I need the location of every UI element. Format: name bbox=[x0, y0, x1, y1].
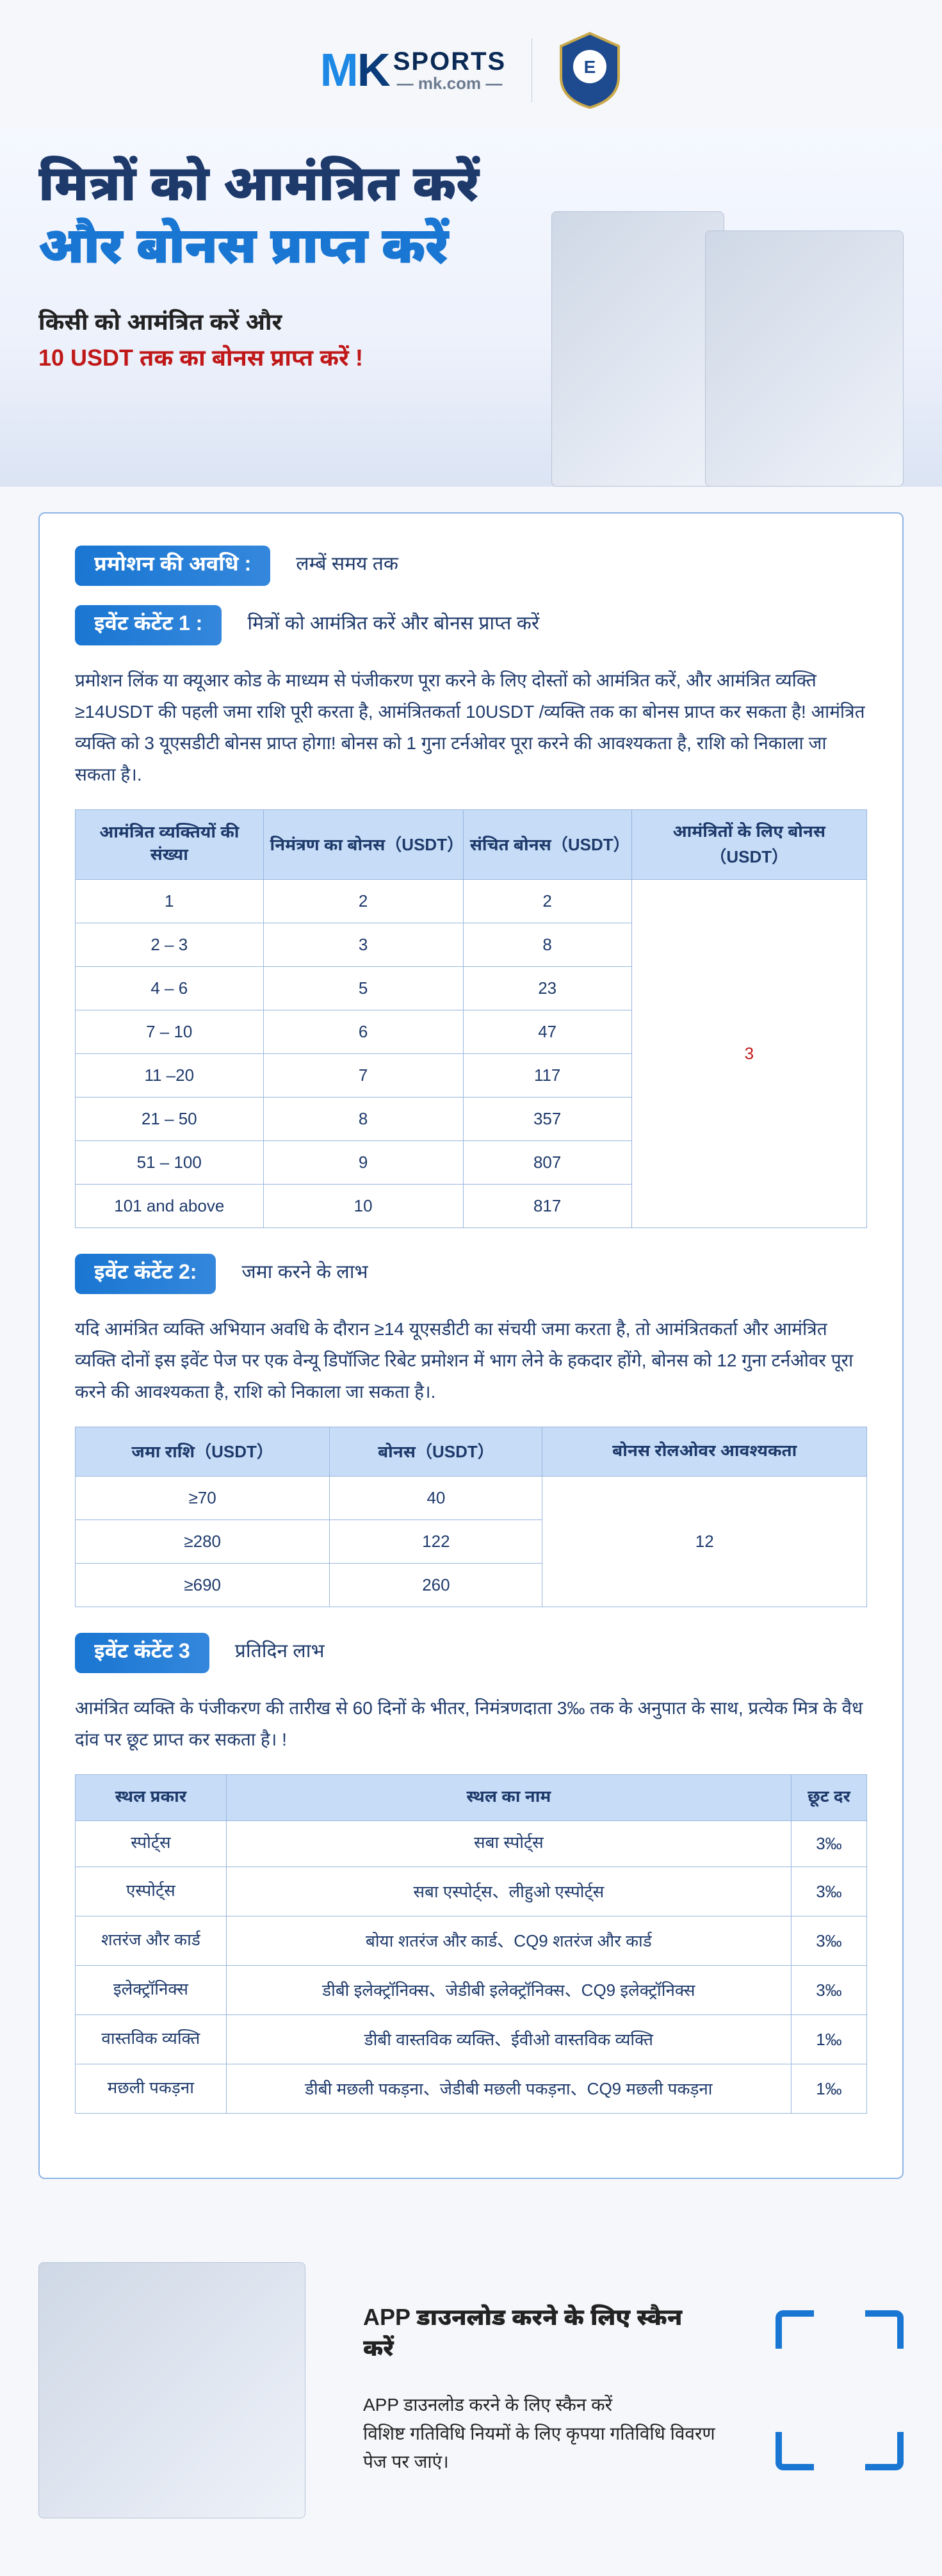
table-row: इलेक्ट्रॉनिक्सडीबी इलेक्ट्रॉनिक्स、जेडीबी… bbox=[76, 1966, 867, 2015]
event2-header: इवेंट कंटेंट 2: जमा करने के लाभ bbox=[75, 1254, 867, 1294]
table-row: वास्तविक व्यक्तिडीबी वास्तविक व्यक्ति、ईव… bbox=[76, 2015, 867, 2064]
event2-chip: इवेंट कंटेंट 2: bbox=[75, 1254, 216, 1294]
table-row: मछली पकड़नाडीबी मछली पकड़ना、जेडीबी मछली … bbox=[76, 2064, 867, 2114]
rollover-cell: 12 bbox=[542, 1477, 867, 1607]
club-badge-icon: E bbox=[558, 32, 622, 109]
hero-headline-1: मित्रों को आमंत्रित करें bbox=[38, 154, 519, 214]
table-row: 1223 bbox=[76, 880, 867, 923]
phone-mockups-image bbox=[38, 2262, 305, 2518]
event1-chip: इवेंट कंटेंट 1 : bbox=[75, 605, 222, 645]
brand-logo: MK SPORTS — mk.com — bbox=[320, 44, 506, 97]
event1-header: इवेंट कंटेंट 1 : मित्रों को आमंत्रित करे… bbox=[75, 605, 867, 645]
table-header: स्थल का नाम bbox=[226, 1775, 791, 1821]
app-download-body-2: विशिष्ट गतिविधि नियमों के लिए कृपया गतिव… bbox=[363, 2420, 718, 2477]
event3-title: प्रतिदिन लाभ bbox=[235, 1640, 325, 1665]
promo-card: प्रमोशन की अवधि : लम्बें समय तक इवेंट कं… bbox=[38, 512, 904, 2179]
table-row: एस्पोर्ट्ससबा एस्पोर्ट्स、लीहुओ एस्पोर्ट्… bbox=[76, 1867, 867, 1916]
event3-chip: इवेंट कंटेंट 3 bbox=[75, 1633, 209, 1673]
logo-domain: — mk.com — bbox=[393, 74, 506, 93]
event3-table: स्थल प्रकारस्थल का नामछूट दर स्पोर्ट्ससब… bbox=[75, 1774, 867, 2114]
table-header: आमंत्रित व्यक्तियों की संख्या bbox=[76, 810, 264, 880]
table-row: शतरंज और कार्डबोया शतरंज और कार्ड、CQ9 शत… bbox=[76, 1916, 867, 1966]
promo-period-row: प्रमोशन की अवधि : लम्बें समय तक bbox=[75, 546, 867, 586]
table-row: ≥704012 bbox=[76, 1477, 867, 1520]
app-promo: APP डाउनलोड करने के लिए स्कैन करें APP ड… bbox=[0, 2217, 942, 2576]
logo-mk: MK bbox=[320, 44, 389, 97]
table-header: जमा राशि（USDT） bbox=[76, 1427, 330, 1477]
qr-scan-area[interactable] bbox=[776, 2310, 904, 2470]
promo-period-label: प्रमोशन की अवधि : bbox=[75, 546, 270, 586]
table-header: बोनस रोलओवर आवश्यकता bbox=[542, 1427, 867, 1477]
hero-headline-2: और बोनस प्राप्त करें bbox=[38, 216, 519, 283]
svg-text:E: E bbox=[584, 57, 596, 77]
hero-banner: मित्रों को आमंत्रित करें और बोनस प्राप्त… bbox=[0, 128, 942, 487]
promo-period-value: लम्बें समय तक bbox=[296, 553, 398, 578]
table-header: छूट दर bbox=[791, 1775, 866, 1821]
table-row: स्पोर्ट्ससबा स्पोर्ट्स3‰ bbox=[76, 1821, 867, 1867]
table-header: आमंत्रितों के लिए बोनस（USDT） bbox=[631, 810, 866, 880]
invitee-bonus-cell: 3 bbox=[631, 880, 866, 1228]
event1-table: आमंत्रित व्यक्तियों की संख्यानिमंत्रण का… bbox=[75, 809, 867, 1228]
app-download-title: APP डाउनलोड करने के लिए स्कैन करें bbox=[363, 2304, 718, 2365]
hero-sub-1: किसी को आमंत्रित करें और bbox=[38, 309, 519, 339]
hero-sub-2: 10 USDT तक का बोनस प्राप्त करें ! bbox=[38, 344, 519, 375]
event3-description: आमंत्रित व्यक्ति के पंजीकरण की तारीख से … bbox=[75, 1692, 867, 1755]
money-holding-person-image bbox=[705, 231, 904, 487]
event2-description: यदि आमंत्रित व्यक्ति अभियान अवधि के दौरा… bbox=[75, 1313, 867, 1407]
event1-title: मित्रों को आमंत्रित करें और बोनस प्राप्त… bbox=[247, 613, 539, 638]
table-header: निमंत्रण का बोनस（USDT） bbox=[263, 810, 463, 880]
table-header: संचित बोनस（USDT） bbox=[463, 810, 631, 880]
table-header: बोनस（USDT） bbox=[330, 1427, 542, 1477]
event2-title: जमा करने के लाभ bbox=[241, 1261, 368, 1286]
event2-table: जमा राशि（USDT）बोनस（USDT）बोनस रोलओवर आवश्… bbox=[75, 1427, 867, 1607]
event3-header: इवेंट कंटेंट 3 प्रतिदिन लाभ bbox=[75, 1633, 867, 1673]
page-header: MK SPORTS — mk.com — E bbox=[0, 0, 942, 128]
event1-description: प्रमोशन लिंक या क्यूआर कोड के माध्यम से … bbox=[75, 665, 867, 790]
celebrating-person-image bbox=[551, 211, 724, 487]
table-header: स्थल प्रकार bbox=[76, 1775, 227, 1821]
logo-sports: SPORTS bbox=[393, 47, 506, 76]
app-download-body-1: APP डाउनलोड करने के लिए स्कैन करें bbox=[363, 2391, 718, 2420]
